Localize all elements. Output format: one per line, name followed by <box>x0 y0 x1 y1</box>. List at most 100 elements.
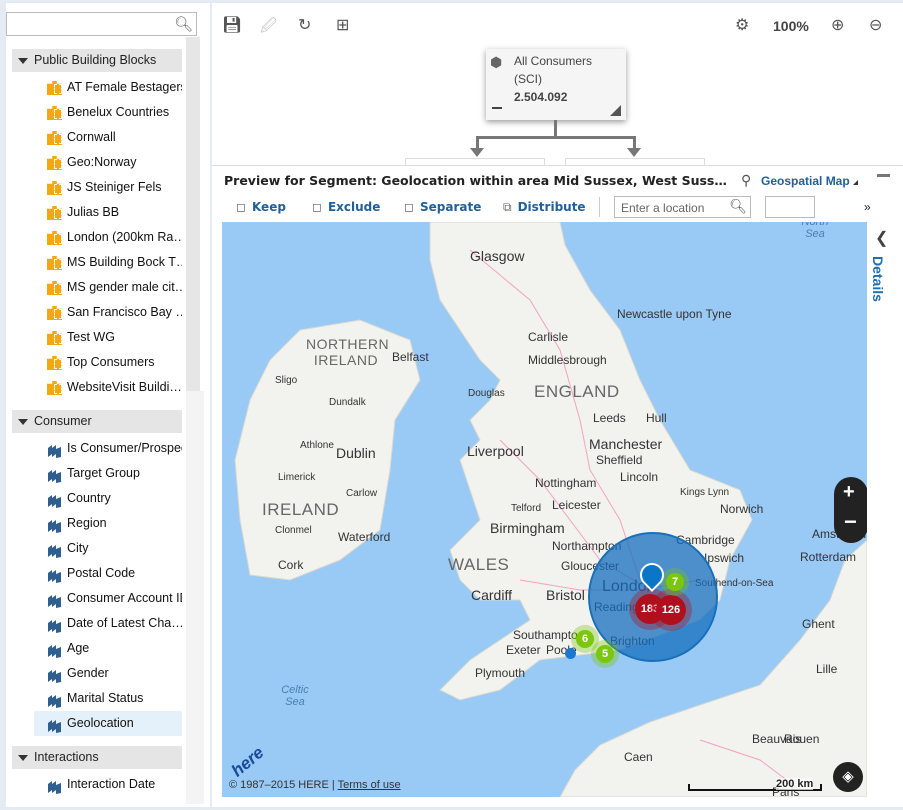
settings-icon[interactable]: ⚙ <box>735 15 749 35</box>
place-label: Waterford <box>338 530 391 544</box>
geospatial-map[interactable]: NORTHERN IRELAND ENGLAND IRELAND WALES North… <box>222 222 867 797</box>
place-label: Clonmel <box>275 525 312 536</box>
location-dot[interactable] <box>565 648 576 659</box>
zoom-out-icon[interactable]: ⊖ <box>869 15 882 35</box>
place-label: Ghent <box>802 617 835 631</box>
tree-item[interactable]: San Francisco Bay … <box>34 300 182 325</box>
cluster-marker[interactable]: 7 <box>666 573 684 591</box>
tree-item[interactable]: Postal Code <box>34 561 182 586</box>
attribute-icon <box>47 542 63 558</box>
location-search-input[interactable]: Enter a location 🔍︎ <box>614 196 751 218</box>
distribute-button[interactable]: ⧉ Distribute <box>503 200 586 215</box>
tree-item[interactable]: Is Consumer/Prospect <box>34 436 182 461</box>
scrollbar[interactable] <box>186 37 200 391</box>
resize-handle-icon[interactable] <box>610 105 621 116</box>
map-layers-icon[interactable]: ◈ <box>833 762 863 792</box>
exclude-button[interactable]: ◻ Exclude <box>312 200 380 214</box>
save-as-icon: 🖉︎ <box>260 18 278 35</box>
building-block-icon <box>47 231 62 245</box>
tree-item[interactable]: Cornwall <box>34 125 182 150</box>
tree-item-label: WebsiteVisit Buildi… <box>67 380 182 394</box>
tree-item[interactable]: London (200km Ra… <box>34 225 182 250</box>
tree-item[interactable]: Age <box>34 636 182 661</box>
tree-item-label: Postal Code <box>67 566 136 580</box>
cluster-marker[interactable]: 6 <box>576 630 594 648</box>
radius-input[interactable] <box>765 196 815 218</box>
group-header[interactable]: Interactions <box>12 746 182 769</box>
building-block-icon <box>47 306 62 320</box>
attribute-icon <box>47 692 63 708</box>
tree-item[interactable]: MS gender male cit… <box>34 275 182 300</box>
tree-item[interactable]: Geo:Norway <box>34 150 182 175</box>
view-selector[interactable]: Geospatial Map <box>761 174 850 188</box>
building-block-icon <box>47 356 62 370</box>
collapse-icon[interactable] <box>492 107 502 109</box>
place-label: Kings Lynn <box>680 487 730 498</box>
cluster-marker[interactable]: 126 <box>656 595 686 625</box>
tree-item[interactable]: AT Female Bestagers <box>34 75 182 100</box>
tree-item[interactable]: Date of Latest Cha… <box>34 611 182 636</box>
place-label: Beauvais <box>752 732 802 746</box>
tree-item[interactable]: Benelux Countries <box>34 100 182 125</box>
keep-button[interactable]: ◻ Keep <box>236 200 286 214</box>
tree-item[interactable]: Marital Status <box>34 686 182 711</box>
dropdown-icon[interactable] <box>853 180 858 185</box>
details-label[interactable]: Details <box>870 256 886 302</box>
tree-item-label: City <box>67 541 89 555</box>
place-label: Glasgow <box>470 248 525 264</box>
tree-item[interactable]: Geolocation <box>34 711 182 736</box>
chevron-left-icon[interactable]: ❮ <box>875 228 888 248</box>
group-header[interactable]: Public Building Blocks <box>12 49 182 72</box>
tree-item-label: Date of Latest Cha… <box>67 616 182 630</box>
place-label: Cardiff <box>471 587 512 603</box>
tree-item[interactable]: City <box>34 536 182 561</box>
cluster-marker[interactable]: 5 <box>596 645 614 663</box>
cube-icon: ⬢ <box>490 54 503 70</box>
place-label: Dundalk <box>329 397 366 408</box>
overflow-icon[interactable]: » <box>864 200 871 214</box>
place-label: Norwich <box>720 502 764 516</box>
zoom-in-icon[interactable]: ⊕ <box>831 15 844 35</box>
location-placeholder: Enter a location <box>621 201 705 215</box>
tree-item[interactable]: Interaction Date <box>34 772 182 797</box>
building-block-icon <box>47 281 62 295</box>
place-label: Sheffield <box>596 453 643 467</box>
tree-item[interactable]: Test WG <box>34 325 182 350</box>
tree-item[interactable]: Region <box>34 511 182 536</box>
country-label: IRELAND <box>262 500 340 519</box>
attribute-icon <box>47 717 63 733</box>
tree-item[interactable]: JS Steiniger Fels <box>34 175 182 200</box>
tree-item[interactable]: Julias BB <box>34 200 182 225</box>
group-header[interactable]: Consumer <box>12 410 182 433</box>
tree-item-label: Gender <box>67 666 109 680</box>
segment-node[interactable]: ⬢ All Consumers (SCI) 2.504.092 <box>486 49 626 120</box>
tree-item[interactable]: Country <box>34 486 182 511</box>
tree-item[interactable]: Consumer Account ID <box>34 586 182 611</box>
place-label: Birmingham <box>490 520 565 536</box>
save-icon[interactable]: 💾︎ <box>222 15 242 35</box>
refresh-icon[interactable]: ↻ <box>298 15 311 35</box>
separate-button[interactable]: ◻ Separate <box>404 200 481 214</box>
tree-item[interactable]: WebsiteVisit Buildi… <box>34 375 182 400</box>
search-icon[interactable]: 🔍︎ <box>729 198 747 215</box>
tree-item[interactable]: Top Consumers <box>34 350 182 375</box>
terms-of-use-link[interactable]: Terms of use <box>338 779 401 791</box>
place-label: Leicester <box>552 498 601 512</box>
copyright-text: © 1987–2015 HERE | <box>229 779 338 791</box>
attribute-icon <box>47 642 63 658</box>
building-block-icon <box>47 331 62 345</box>
node-title: All Consumers <box>514 54 593 68</box>
details-panel-toggle[interactable]: ❮ Details <box>867 222 903 807</box>
map-zoom-out-icon[interactable]: − <box>844 509 857 535</box>
tree-item[interactable]: MS Building Bock T… <box>34 250 182 275</box>
add-node-icon[interactable]: ⊞ <box>336 15 349 35</box>
sea-label: Celtic Sea <box>281 684 309 708</box>
tree-item[interactable]: Gender <box>34 661 182 686</box>
map-zoom-in-icon[interactable]: + <box>843 481 855 504</box>
place-label: Manchester <box>589 436 663 452</box>
minimize-icon[interactable] <box>877 174 890 177</box>
distribute-icon: ⧉ <box>503 200 512 214</box>
scale-label: 200 km <box>776 778 814 790</box>
tree-item[interactable]: Target Group <box>34 461 182 486</box>
tree-item-label: Julias BB <box>67 205 120 219</box>
